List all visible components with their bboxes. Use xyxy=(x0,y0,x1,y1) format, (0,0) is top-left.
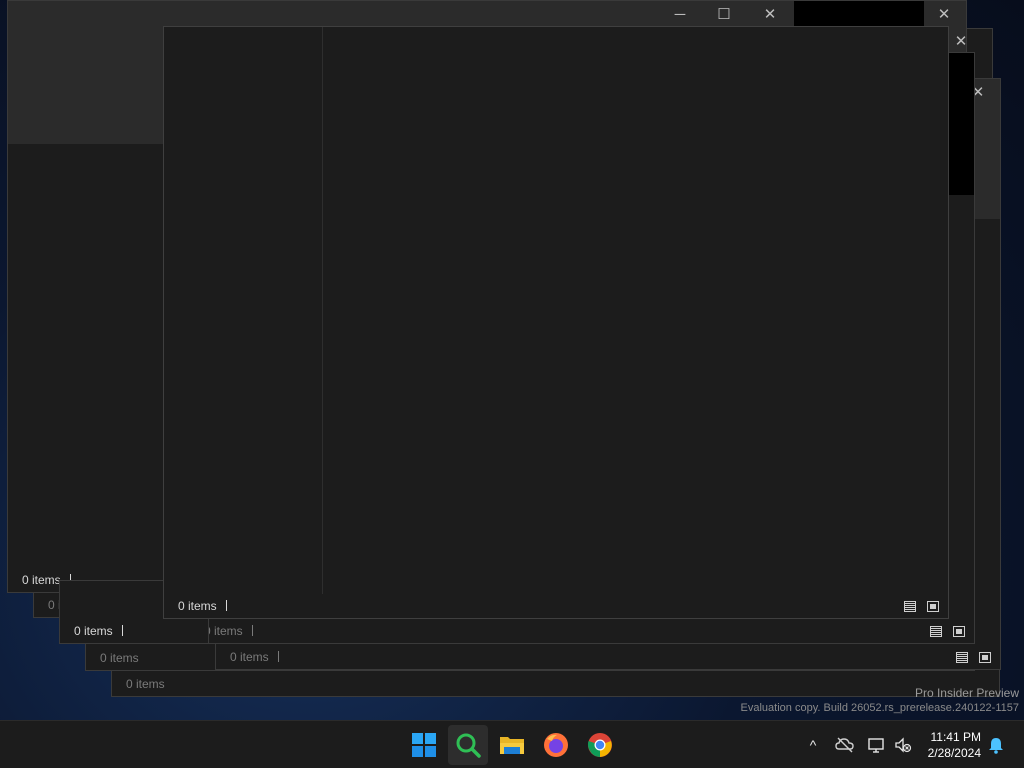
tiles-view-icon[interactable] xyxy=(953,626,965,637)
item-count: 0 items xyxy=(74,624,113,638)
start-button[interactable] xyxy=(404,725,444,765)
dark-panel xyxy=(948,53,974,195)
status-separator xyxy=(122,625,123,636)
network-icon[interactable] xyxy=(867,735,887,755)
item-count: 0 items xyxy=(100,651,139,665)
tiles-view-icon[interactable] xyxy=(927,601,939,612)
status-separator xyxy=(226,600,227,611)
firefox-button[interactable] xyxy=(536,725,576,765)
notification-bell-icon[interactable] xyxy=(987,736,1005,754)
navigation-pane[interactable] xyxy=(164,27,323,595)
clock-time: 11:41 PM xyxy=(930,730,981,744)
item-count: 0 items xyxy=(204,624,243,638)
windows-start-icon xyxy=(412,733,436,757)
onedrive-offline-icon[interactable] xyxy=(835,735,855,755)
watermark-line2: Evaluation copy. Build 26052.rs_prerelea… xyxy=(740,702,1019,714)
clock[interactable]: 11:41 PM 2/28/2024 xyxy=(928,729,981,761)
file-explorer-button[interactable] xyxy=(492,725,532,765)
close-button[interactable]: ✕ xyxy=(748,1,792,29)
status-bar: 0 items xyxy=(216,645,1000,669)
black-region xyxy=(794,1,924,29)
taskbar: ^ 11:41 PM 2/28/2024 xyxy=(0,720,1024,768)
clock-date: 2/28/2024 xyxy=(927,746,981,760)
status-bar: 0 items xyxy=(60,619,208,643)
status-bar: 0 items xyxy=(112,672,999,696)
details-view-icon[interactable] xyxy=(956,652,968,663)
folder-icon xyxy=(500,737,524,754)
search-app-button[interactable] xyxy=(448,725,488,765)
status-bar: 0 items xyxy=(190,619,974,643)
maximize-button[interactable]: ☐ xyxy=(702,1,746,29)
status-separator xyxy=(252,625,253,636)
show-hidden-icons-chevron[interactable]: ^ xyxy=(803,735,823,755)
close-button-2[interactable]: ✕ xyxy=(922,1,966,29)
tiles-view-icon[interactable] xyxy=(979,652,991,663)
status-separator xyxy=(278,651,279,662)
details-view-icon[interactable] xyxy=(930,626,942,637)
search-magnifier-icon xyxy=(456,733,481,758)
content-pane[interactable] xyxy=(323,27,948,595)
firefox-icon xyxy=(544,733,568,757)
explorer-window-front[interactable]: 0 items xyxy=(163,26,949,619)
item-count: 0 items xyxy=(126,677,165,691)
status-bar: 0 items xyxy=(164,594,948,618)
chrome-button[interactable] xyxy=(580,725,620,765)
close-button[interactable]: ✕ xyxy=(948,28,974,56)
item-count: 0 items xyxy=(230,650,269,664)
volume-muted-icon[interactable] xyxy=(893,735,913,755)
details-view-icon[interactable] xyxy=(904,601,916,612)
chrome-icon xyxy=(588,733,612,757)
item-count: 0 items xyxy=(22,573,61,587)
minimize-button[interactable]: ─ xyxy=(658,1,702,29)
watermark-line1: Pro Insider Preview xyxy=(914,686,1019,700)
item-count: 0 items xyxy=(178,599,217,613)
